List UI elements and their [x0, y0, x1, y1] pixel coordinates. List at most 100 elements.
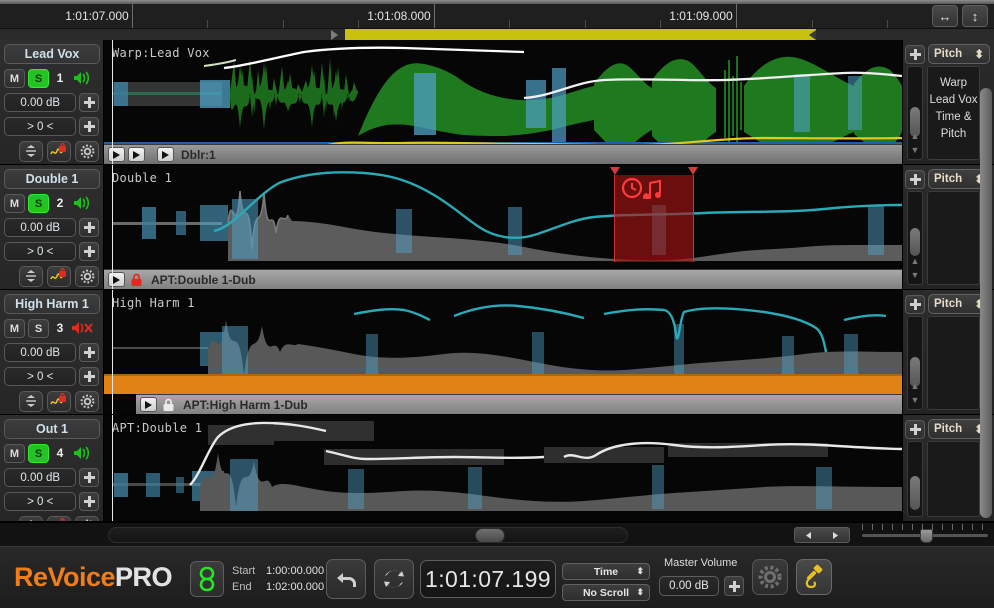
scroll-nav-buttons[interactable]: [794, 527, 850, 543]
selected-region-1[interactable]: [614, 175, 694, 262]
scroll-up-icon-2[interactable]: ▲: [910, 381, 920, 391]
scroll-up-icon-0[interactable]: ▲: [910, 131, 920, 141]
waveform-display-3[interactable]: APT:Double 1: [104, 415, 902, 521]
master-volume-field[interactable]: 0.00 dB: [659, 576, 719, 596]
solo-button-0[interactable]: S: [28, 68, 49, 88]
panel-plus-icon-2[interactable]: [905, 294, 925, 314]
time-ruler[interactable]: 1:01:07.000 1:01:08.000 1:01:09.000: [0, 4, 994, 28]
speaker-icon-3[interactable]: [71, 444, 97, 462]
panel-vscrollbar-1[interactable]: ▲ ▼: [907, 191, 923, 285]
scroll-down-icon-0[interactable]: ▼: [910, 145, 920, 155]
gain-field-0[interactable]: 0.00 dB: [4, 92, 77, 112]
gain-plus-icon-3[interactable]: [79, 467, 99, 487]
waveform-display-0[interactable]: Warp:Lead Vox Dblr:1: [104, 40, 902, 164]
chain-link-icon[interactable]: [190, 561, 224, 597]
hscroll-thumb[interactable]: [475, 528, 505, 543]
undo-arrow-icon[interactable]: [326, 559, 366, 599]
play-button-0c[interactable]: [157, 147, 174, 162]
playhead-1[interactable]: [112, 165, 113, 289]
audio-cable-icon[interactable]: [796, 559, 832, 595]
pan-plus-icon-2[interactable]: [79, 366, 99, 386]
waveform-lock-icon-1[interactable]: [47, 265, 71, 287]
scroll-down-icon-2[interactable]: ▼: [910, 395, 920, 405]
region-marker-left-1[interactable]: [610, 167, 620, 175]
track-settings-gear-icon-0[interactable]: [75, 140, 99, 162]
timecode-display[interactable]: 1:01:07.199: [420, 560, 556, 598]
gain-field-3[interactable]: 0.00 dB: [4, 467, 77, 487]
play-button-2a[interactable]: [140, 397, 157, 412]
height-adjust-icon-1[interactable]: [19, 265, 43, 287]
waveform-lock-icon-2[interactable]: [47, 390, 71, 412]
pan-plus-icon-3[interactable]: [79, 491, 99, 511]
track-settings-gear-icon-1[interactable]: [75, 265, 99, 287]
scroll-right-icon[interactable]: [822, 528, 849, 542]
clip-strip-0[interactable]: Dblr:1: [104, 144, 902, 164]
mute-button-1[interactable]: M: [4, 193, 25, 213]
gain-field-1[interactable]: 0.00 dB: [4, 217, 77, 237]
track-name-1[interactable]: Double 1: [4, 169, 100, 189]
panel-vscrollbar-0[interactable]: ▲ ▼: [907, 66, 923, 160]
selection-end-handle[interactable]: [809, 30, 816, 40]
play-button-0b[interactable]: [128, 147, 145, 162]
gain-plus-icon-0[interactable]: [79, 92, 99, 112]
track-settings-gear-icon-2[interactable]: [75, 390, 99, 412]
scroll-mode-dropdown[interactable]: No Scroll ⬍: [562, 584, 650, 601]
waveform-lock-icon-0[interactable]: [47, 140, 71, 162]
waveform-display-1[interactable]: Double 1 APT:Double 1-Dub: [104, 165, 902, 289]
playhead-3[interactable]: [112, 415, 113, 521]
lock-icon-1[interactable]: [128, 272, 144, 287]
panel-vscrollbar-3[interactable]: [907, 441, 923, 517]
track-name-3[interactable]: Out 1: [4, 419, 100, 439]
master-vscrollbar[interactable]: [980, 40, 992, 522]
panel-plus-icon-1[interactable]: [905, 169, 925, 189]
clip-strip-2[interactable]: APT:High Harm 1-Dub: [136, 394, 902, 414]
height-adjust-icon-0[interactable]: [19, 140, 43, 162]
gain-plus-icon-2[interactable]: [79, 342, 99, 362]
panel-plus-icon-3[interactable]: [905, 419, 925, 439]
mute-button-3[interactable]: M: [4, 443, 25, 463]
track-name-2[interactable]: High Harm 1: [4, 294, 100, 314]
speaker-icon-0[interactable]: [71, 69, 97, 87]
solo-button-3[interactable]: S: [28, 443, 49, 463]
scroll-left-icon[interactable]: [795, 528, 822, 542]
solo-button-2[interactable]: S: [28, 318, 49, 338]
pan-field-3[interactable]: > 0 <: [4, 491, 77, 511]
pan-plus-icon-0[interactable]: [79, 116, 99, 136]
speaker-muted-icon-2[interactable]: [71, 319, 97, 337]
mute-button-2[interactable]: M: [4, 318, 25, 338]
track-name-0[interactable]: Lead Vox: [4, 44, 100, 64]
panel-vscrollbar-2[interactable]: ▲ ▼: [907, 316, 923, 410]
horizontal-resize-icon[interactable]: ↔: [932, 5, 958, 27]
clip-strip-1[interactable]: APT:Double 1-Dub: [104, 269, 902, 289]
speaker-icon-1[interactable]: [71, 194, 97, 212]
vertical-resize-icon[interactable]: ↕: [962, 5, 988, 27]
hscroll-track[interactable]: [108, 527, 628, 543]
master-volume-plus-icon[interactable]: [724, 576, 744, 596]
pan-plus-icon-1[interactable]: [79, 241, 99, 261]
lock-icon-2[interactable]: [160, 397, 176, 412]
selection-start-handle[interactable]: [331, 30, 338, 40]
gain-plus-icon-1[interactable]: [79, 217, 99, 237]
region-marker-right-1[interactable]: [688, 167, 698, 175]
loop-arrows-icon[interactable]: [374, 559, 414, 599]
playhead-2[interactable]: [112, 290, 113, 414]
waveform-display-2[interactable]: High Harm 1 APT:High Harm 1-Dub: [104, 290, 902, 414]
zoom-slider[interactable]: [862, 529, 988, 543]
pan-field-1[interactable]: > 0 <: [4, 241, 77, 261]
panel-plus-icon-0[interactable]: [905, 44, 925, 64]
time-mode-dropdown[interactable]: Time ⬍: [562, 563, 650, 580]
gear-icon[interactable]: [752, 559, 788, 595]
scroll-up-icon-1[interactable]: ▲: [910, 256, 920, 266]
scroll-down-icon-1[interactable]: ▼: [910, 270, 920, 280]
gain-field-2[interactable]: 0.00 dB: [4, 342, 77, 362]
play-button-1a[interactable]: [108, 272, 125, 287]
height-adjust-icon-2[interactable]: [19, 390, 43, 412]
zoom-slider-knob[interactable]: [920, 529, 933, 543]
pan-field-2[interactable]: > 0 <: [4, 366, 77, 386]
pan-field-0[interactable]: > 0 <: [4, 116, 77, 136]
solo-button-1[interactable]: S: [28, 193, 49, 213]
selection-bar[interactable]: [0, 28, 994, 41]
mute-button-0[interactable]: M: [4, 68, 25, 88]
play-button-0a[interactable]: [108, 147, 125, 162]
playhead-0[interactable]: [112, 40, 113, 164]
